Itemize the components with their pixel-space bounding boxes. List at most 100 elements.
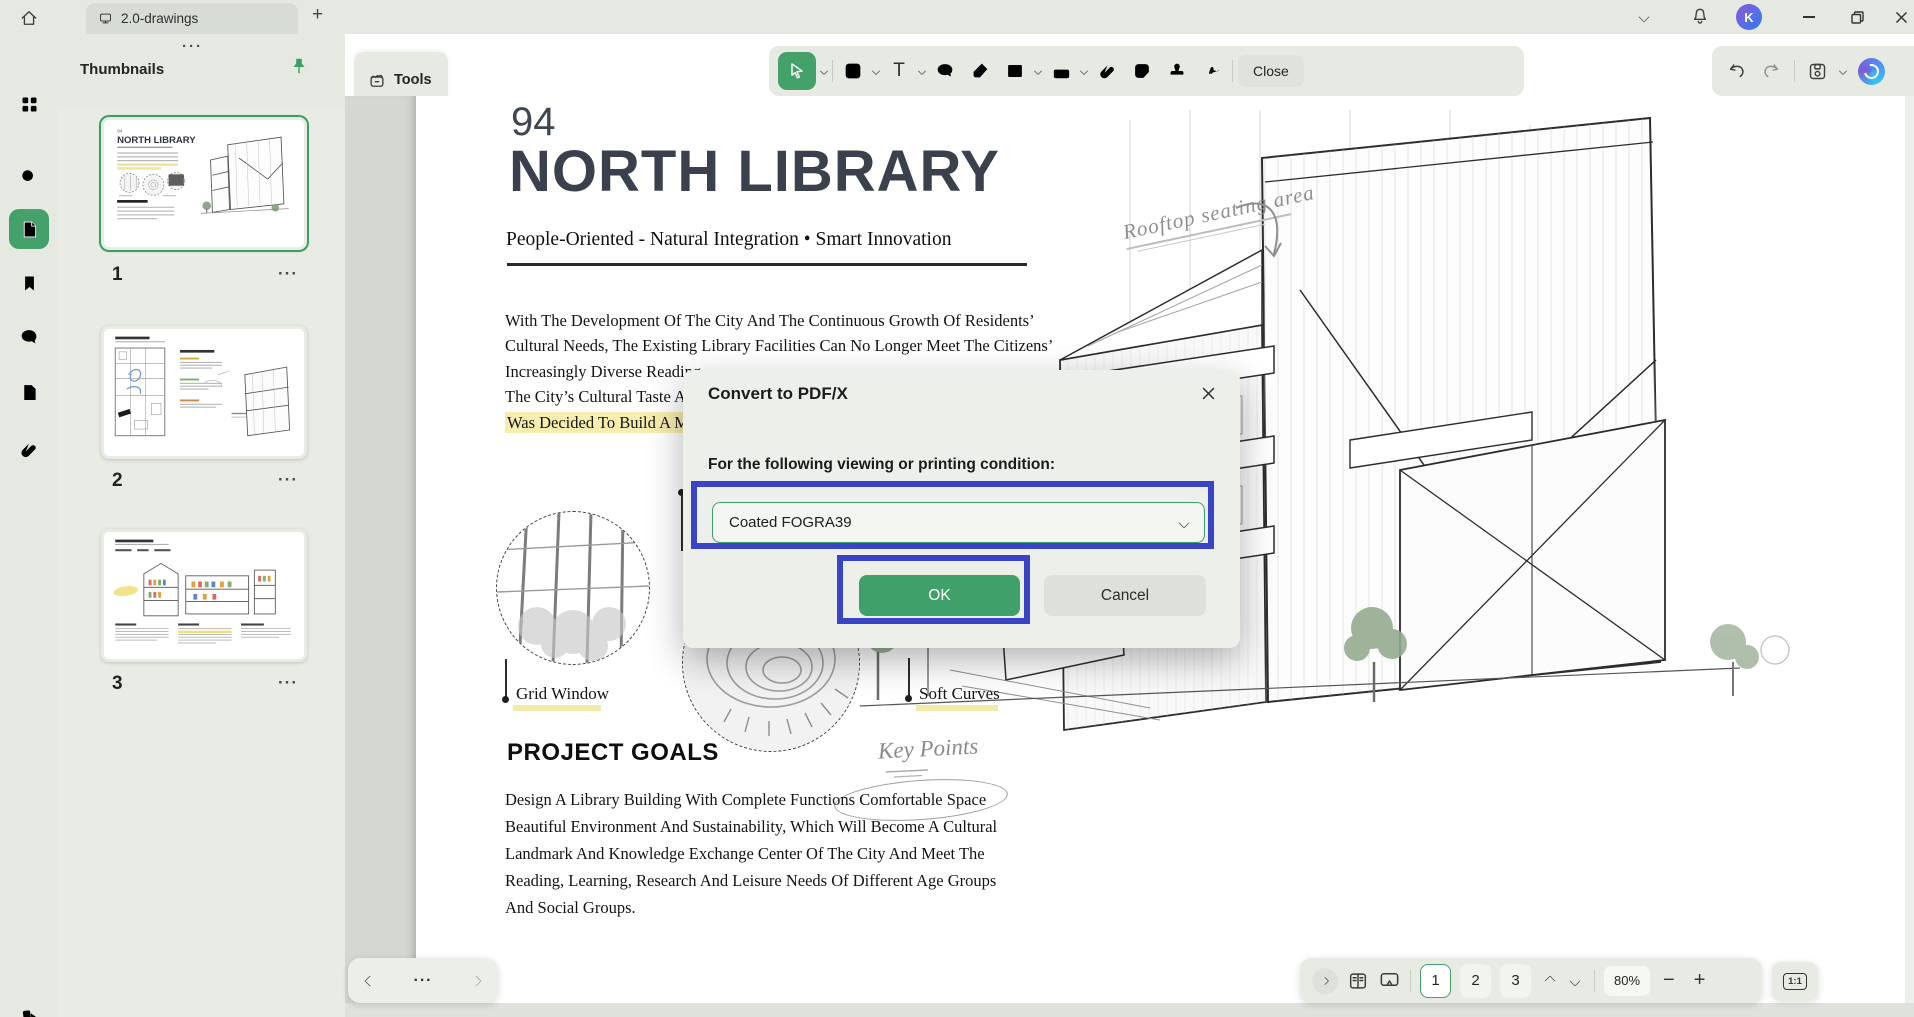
new-tab-button[interactable]: + — [312, 4, 323, 26]
nav-more-icon[interactable]: ··· — [414, 972, 433, 990]
actual-size-button[interactable]: 1:1 — [1772, 962, 1818, 1000]
doc-paragraph-line: With The Development Of The City And The… — [505, 311, 1035, 331]
doc-paragraph-line: Landmark And Knowledge Exchange Center O… — [505, 844, 985, 864]
attach-tool-button[interactable] — [1092, 54, 1122, 88]
notifications-button[interactable] — [1690, 6, 1710, 26]
leader-line — [908, 658, 910, 696]
pin-icon[interactable] — [288, 56, 310, 78]
zoom-level[interactable]: 80% — [1604, 966, 1650, 996]
doc-rule — [507, 263, 1027, 266]
convert-dialog: Convert to PDF/X For the following viewi… — [683, 370, 1240, 648]
measure-tool-button[interactable] — [1046, 54, 1076, 88]
search-button[interactable] — [9, 157, 49, 197]
doc-paragraph-line: And Social Groups. — [505, 898, 636, 918]
dialog-title: Convert to PDF/X — [708, 384, 848, 404]
color-palette-button[interactable] — [9, 997, 49, 1017]
doc-paragraph-line: Design A Library Building With Complete … — [505, 790, 986, 810]
leader-dot — [905, 695, 912, 702]
signature-tool-button[interactable] — [1197, 54, 1227, 88]
measure-tool-chevron-icon[interactable] — [1080, 67, 1088, 75]
panel-title: Thumbnails — [80, 61, 164, 78]
text-tool-chevron-icon[interactable] — [918, 67, 926, 75]
dialog-condition-label: For the following viewing or printing co… — [708, 456, 1055, 474]
prev-page-icon[interactable] — [364, 975, 375, 986]
maximize-button[interactable] — [1842, 4, 1872, 30]
document-tab-label: 2.0-drawings — [121, 11, 198, 26]
bottom-strip — [345, 1003, 1914, 1017]
annotation-toolbar: T Close — [769, 46, 1524, 96]
thumbnails-panel-button[interactable] — [9, 209, 49, 249]
text-tool-button[interactable]: T — [884, 54, 914, 88]
thumbnail-page-1[interactable]: 94 NORTH LIBRARY — [101, 117, 307, 250]
thumbnail-page-3[interactable] — [101, 529, 307, 662]
doc-paragraph-line: Increasingly Diverse Reading — [505, 362, 701, 382]
shape-tool-button[interactable] — [1000, 54, 1030, 88]
thumbnail-3-more-icon[interactable]: ··· — [278, 673, 298, 693]
close-window-button[interactable] — [1886, 4, 1914, 30]
page-button-2[interactable]: 2 — [1460, 964, 1491, 998]
annotation-rect-dropdown — [691, 481, 1214, 549]
thumbnail-1-number: 1 — [112, 264, 123, 286]
document-tab[interactable]: 2.0-drawings — [86, 3, 298, 34]
save-chevron-icon[interactable] — [1839, 67, 1847, 75]
comment-tool-button[interactable] — [930, 54, 960, 88]
save-button[interactable] — [1807, 61, 1828, 82]
bookmarks-button[interactable] — [9, 263, 49, 303]
select-tool-button[interactable] — [778, 52, 816, 90]
doc-title: NORTH LIBRARY — [509, 138, 1000, 205]
minimize-button[interactable] — [1794, 4, 1824, 30]
doc-paragraph-line: Was Decided To Build A Mod — [505, 413, 707, 433]
thumbnail-1-more-icon[interactable]: ··· — [278, 264, 298, 284]
zoom-in-icon[interactable]: + — [1694, 969, 1706, 992]
attachments-button[interactable] — [9, 430, 49, 470]
thumbnail-2-more-icon[interactable]: ··· — [278, 470, 298, 490]
app-grid-button[interactable] — [9, 84, 49, 124]
toolbar-divider — [832, 60, 833, 82]
page-button-3[interactable]: 3 — [1500, 964, 1531, 998]
highlighter-tool-button[interactable] — [965, 54, 995, 88]
sticker-tool-button[interactable] — [1127, 54, 1157, 88]
page-up-icon[interactable] — [1544, 975, 1555, 986]
thumbnail-3-number: 3 — [112, 673, 123, 695]
svg-text:NORTH LIBRARY: NORTH LIBRARY — [117, 135, 196, 146]
cancel-button[interactable]: Cancel — [1044, 575, 1206, 616]
scrollbar-track[interactable] — [1905, 96, 1914, 1017]
leader-line — [505, 659, 507, 697]
svg-text:94: 94 — [117, 128, 123, 134]
doc-subtitle: People-Oriented - Natural Integration • … — [506, 229, 951, 251]
next-page-icon[interactable] — [470, 975, 481, 986]
redo-button[interactable] — [1760, 60, 1782, 82]
reading-mode-icon[interactable] — [1347, 970, 1369, 992]
titlebar-chevron-down-icon[interactable] — [1640, 13, 1648, 21]
avatar[interactable]: K — [1736, 4, 1762, 30]
doc-paragraph-line: Cultural Needs, The Existing Library Fac… — [505, 336, 1053, 356]
keypoints-underline-mark — [884, 768, 944, 780]
heading-tool-chevron-icon[interactable] — [872, 67, 880, 75]
caption-soft-curves: Soft Curves — [919, 684, 1000, 704]
toolbar-divider — [1232, 60, 1233, 82]
page-nav-pill: ··· — [348, 958, 498, 1003]
thumbnail-2-number: 2 — [112, 470, 123, 492]
home-button[interactable] — [16, 5, 42, 31]
page-edit-button[interactable] — [9, 372, 49, 412]
shape-tool-chevron-icon[interactable] — [1034, 67, 1042, 75]
panel-drag-handle-icon[interactable]: ··· — [182, 38, 203, 55]
statusbar-divider — [1594, 970, 1595, 992]
page-down-icon[interactable] — [1569, 975, 1580, 986]
expand-bar-button[interactable] — [1312, 968, 1338, 994]
close-toolbar-button[interactable]: Close — [1238, 55, 1304, 87]
ai-assistant-button[interactable] — [1858, 58, 1885, 85]
thumbnail-page-2[interactable] — [101, 326, 307, 459]
dialog-close-icon[interactable] — [1197, 382, 1219, 404]
presentation-mode-icon[interactable] — [1378, 969, 1401, 992]
undo-button[interactable] — [1726, 60, 1748, 82]
highlighted-text: Was Decided To Build A Mod — [505, 412, 707, 433]
select-tool-chevron-icon[interactable] — [820, 67, 828, 75]
comments-button[interactable] — [9, 317, 49, 357]
zoom-out-icon[interactable]: − — [1663, 969, 1675, 992]
tools-label: Tools — [394, 72, 432, 88]
heading-tool-button[interactable] — [838, 54, 868, 88]
avatar-initial: K — [1744, 10, 1753, 25]
stamp-tool-button[interactable] — [1162, 54, 1192, 88]
page-button-1[interactable]: 1 — [1420, 964, 1451, 998]
